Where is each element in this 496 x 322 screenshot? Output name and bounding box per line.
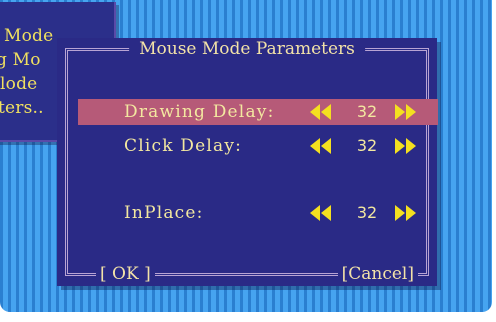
drawing-delay-row[interactable]: Drawing Delay: 32 — [78, 99, 438, 125]
dialog-title: Mouse Mode Parameters — [129, 39, 365, 59]
double-right-arrow-icon[interactable] — [394, 205, 416, 221]
background-menu-line: lode — [0, 74, 38, 94]
cancel-button[interactable]: [Cancel] — [337, 264, 418, 284]
double-left-arrow-icon[interactable] — [310, 205, 332, 221]
double-left-arrow-icon[interactable] — [310, 104, 332, 120]
double-right-arrow-icon[interactable] — [394, 104, 416, 120]
click-delay-value: 32 — [356, 136, 378, 155]
inplace-row[interactable]: InPlace: 32 — [78, 200, 438, 226]
click-delay-label: Click Delay: — [124, 136, 243, 156]
inplace-value: 32 — [356, 203, 378, 222]
inplace-stepper[interactable]: 32 — [310, 203, 422, 223]
background-menu-line: ters.. — [0, 98, 44, 118]
click-delay-row[interactable]: Click Delay: 32 — [78, 133, 438, 159]
drawing-delay-value: 32 — [356, 102, 378, 121]
background-menu-line: Mode — [4, 26, 54, 46]
mouse-mode-parameters-dialog: Mouse Mode Parameters Drawing Delay: 32 … — [57, 38, 438, 286]
double-right-arrow-icon[interactable] — [394, 138, 416, 154]
inplace-label: InPlace: — [124, 203, 204, 223]
click-delay-stepper[interactable]: 32 — [310, 136, 422, 156]
drawing-delay-label: Drawing Delay: — [124, 102, 275, 122]
double-left-arrow-icon[interactable] — [310, 138, 332, 154]
drawing-delay-stepper[interactable]: 32 — [310, 102, 422, 122]
ok-button[interactable]: [ OK ] — [96, 264, 155, 284]
background-menu-line: g Mo — [0, 50, 41, 70]
screen: Mode g Mo lode ters.. Mouse Mode Paramet… — [0, 0, 496, 322]
dialog-frame: Mouse Mode Parameters Drawing Delay: 32 … — [65, 39, 438, 284]
